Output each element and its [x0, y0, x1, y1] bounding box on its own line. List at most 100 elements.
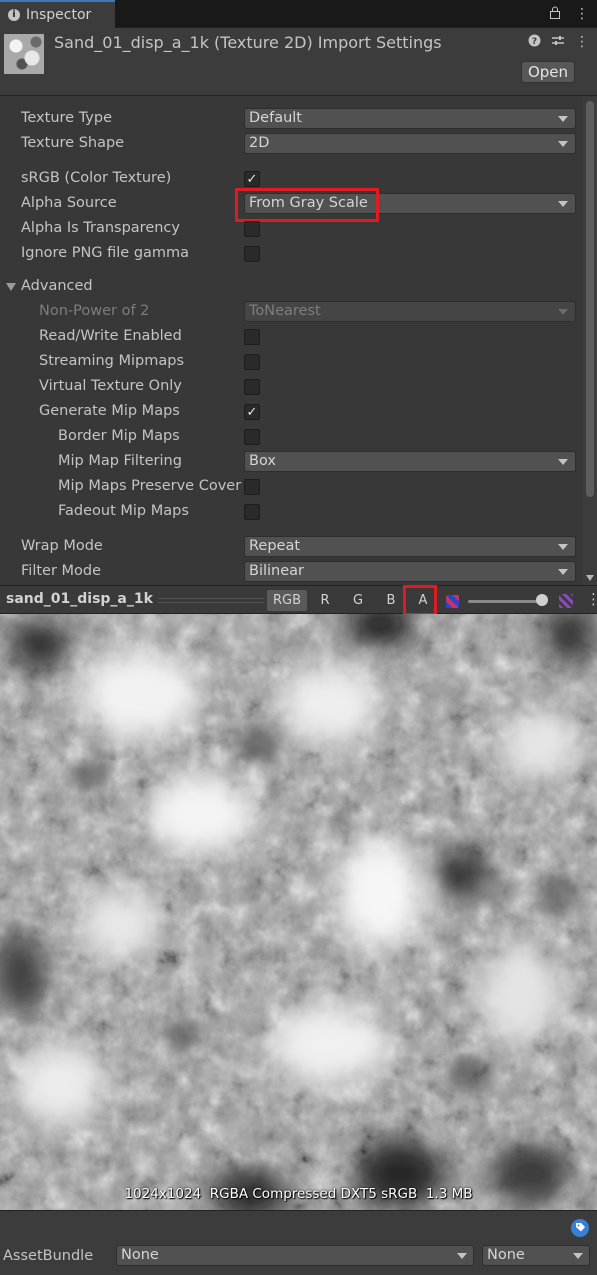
fadeout-mip-maps-checkbox[interactable] — [244, 504, 260, 520]
mip-maps-preserve-coverage-label: Mip Maps Preserve Coverage — [58, 478, 242, 494]
texture-thumbnail — [4, 34, 44, 74]
non-power-of-2-label: Non-Power of 2 — [39, 303, 150, 319]
wrap-mode-label: Wrap Mode — [21, 538, 103, 554]
mip-level-slider-knob[interactable] — [536, 594, 548, 606]
preview-menu-icon[interactable]: ⋮ — [586, 590, 597, 608]
texture-image — [0, 614, 597, 1210]
texture-shape-label: Texture Shape — [21, 135, 125, 151]
fadeout-mip-maps-label: Fadeout Mip Maps — [58, 503, 189, 519]
border-mip-maps-checkbox[interactable] — [244, 429, 260, 445]
channel-a-highlight — [403, 585, 437, 616]
mip-map-filtering-label: Mip Map Filtering — [58, 453, 182, 469]
asset-bundle-label: AssetBundle — [3, 1248, 94, 1264]
generate-mip-maps-checkbox[interactable]: ✓ — [244, 404, 260, 420]
wrap-mode-row: Wrap Mode Repeat — [0, 535, 583, 560]
border-mip-maps-label: Border Mip Maps — [58, 428, 180, 444]
resize-grip[interactable] — [158, 598, 264, 603]
wrap-mode-value: Repeat — [249, 538, 301, 554]
header-title: Sand_01_disp_a_1k (Texture 2D) Import Se… — [54, 33, 442, 52]
srgb-checkbox[interactable]: ✓ — [244, 171, 260, 187]
channel-b-button[interactable]: B — [378, 590, 404, 611]
advanced-foldout[interactable]: Advanced — [0, 275, 583, 300]
alpha-is-transparency-label: Alpha Is Transparency — [21, 220, 180, 236]
info-icon: i — [8, 9, 20, 21]
ignore-png-gamma-checkbox[interactable] — [244, 246, 260, 262]
filter-mode-label: Filter Mode — [21, 563, 102, 579]
virtual-texture-only-checkbox[interactable] — [244, 379, 260, 395]
mip-map-filtering-dropdown[interactable]: Box — [244, 451, 576, 472]
import-settings: Texture Type Default Texture Shape 2D sR… — [0, 97, 583, 585]
texture-preview[interactable]: 1024x1024 RGBA Compressed DXT5 sRGB 1.3 … — [0, 614, 597, 1210]
wrap-mode-dropdown[interactable]: Repeat — [244, 536, 576, 557]
filter-mode-row: Filter Mode Bilinear — [0, 560, 583, 585]
preview-title: sand_01_disp_a_1k — [6, 591, 153, 607]
alpha-is-transparency-checkbox[interactable] — [244, 221, 260, 237]
asset-bundle-variant-value: None — [487, 1247, 525, 1263]
scroll-down-icon[interactable] — [586, 575, 594, 581]
mip-level-large-icon — [559, 594, 573, 608]
scrollbar-thumb[interactable] — [586, 101, 594, 497]
chevron-down-icon — [573, 1253, 583, 1259]
texture-type-label: Texture Type — [21, 110, 112, 126]
generate-mip-maps-row: Generate Mip Maps ✓ — [0, 400, 583, 425]
inspector-scrollbar[interactable] — [583, 97, 597, 585]
srgb-label: sRGB (Color Texture) — [21, 170, 172, 186]
generate-mip-maps-label: Generate Mip Maps — [39, 403, 180, 419]
mip-map-filtering-value: Box — [249, 453, 276, 469]
virtual-texture-only-label: Virtual Texture Only — [39, 378, 182, 394]
chevron-down-icon — [558, 459, 568, 465]
texture-shape-dropdown[interactable]: 2D — [244, 133, 576, 154]
texture-type-value: Default — [249, 110, 302, 126]
texture-info: 1024x1024 RGBA Compressed DXT5 sRGB 1.3 … — [124, 1186, 473, 1202]
advanced-label: Advanced — [21, 278, 93, 294]
alpha-is-transparency-row: Alpha Is Transparency — [0, 217, 583, 242]
channel-r-button[interactable]: R — [312, 590, 338, 611]
mip-level-small-icon — [446, 595, 459, 608]
channel-g-button[interactable]: G — [345, 590, 371, 611]
asset-bundle-name-value: None — [121, 1247, 159, 1263]
header-icons: ? ⋮ — [528, 34, 589, 51]
ignore-png-gamma-row: Ignore PNG file gamma — [0, 242, 583, 267]
svg-text:?: ? — [532, 37, 537, 47]
texture-type-row: Texture Type Default — [0, 107, 583, 132]
streaming-mipmaps-row: Streaming Mipmaps — [0, 350, 583, 375]
chevron-down-icon — [558, 141, 568, 147]
header-menu-icon[interactable]: ⋮ — [575, 34, 589, 51]
tab-actions: ⋮ — [549, 0, 589, 28]
streaming-mipmaps-checkbox[interactable] — [244, 354, 260, 370]
open-button[interactable]: Open — [521, 61, 575, 83]
read-write-row: Read/Write Enabled — [0, 325, 583, 350]
tag-icon[interactable] — [571, 1219, 589, 1237]
mip-level-slider[interactable] — [468, 600, 544, 603]
inspector-header: Sand_01_disp_a_1k (Texture 2D) Import Se… — [0, 28, 597, 96]
chevron-down-icon — [558, 116, 568, 122]
tab-menu-icon[interactable]: ⋮ — [575, 6, 589, 22]
fadeout-mip-maps-row: Fadeout Mip Maps — [0, 500, 583, 525]
texture-shape-row: Texture Shape 2D — [0, 132, 583, 157]
asset-bundle-variant-dropdown[interactable]: None — [482, 1245, 590, 1266]
lock-icon[interactable] — [549, 6, 561, 23]
asset-bundle-name-dropdown[interactable]: None — [116, 1245, 474, 1266]
help-icon[interactable]: ? — [528, 34, 541, 51]
asset-bundle-row: AssetBundle None None — [0, 1243, 597, 1275]
chevron-down-icon — [558, 569, 568, 575]
texture-type-dropdown[interactable]: Default — [244, 108, 576, 129]
read-write-checkbox[interactable] — [244, 329, 260, 345]
chevron-down-icon — [558, 544, 568, 550]
non-power-of-2-row: Non-Power of 2 ToNearest — [0, 300, 583, 325]
filter-mode-dropdown[interactable]: Bilinear — [244, 561, 576, 582]
foldout-arrow-icon — [6, 283, 16, 291]
preset-icon[interactable] — [551, 34, 565, 51]
chevron-down-icon — [558, 201, 568, 207]
tab-inspector-label: Inspector — [26, 7, 92, 23]
channel-rgb-button[interactable]: RGB — [267, 590, 307, 611]
chevron-down-icon — [558, 309, 568, 315]
mip-maps-preserve-coverage-checkbox[interactable] — [244, 479, 260, 495]
preview-toolbar: sand_01_disp_a_1k RGB R G B A ⋮ — [0, 585, 597, 616]
tab-inspector[interactable]: i Inspector — [0, 0, 115, 28]
mip-maps-preserve-coverage-row: Mip Maps Preserve Coverage — [0, 475, 583, 500]
alpha-source-label: Alpha Source — [21, 195, 117, 211]
read-write-label: Read/Write Enabled — [39, 328, 182, 344]
border-mip-maps-row: Border Mip Maps — [0, 425, 583, 450]
texture-shape-value: 2D — [249, 135, 270, 151]
